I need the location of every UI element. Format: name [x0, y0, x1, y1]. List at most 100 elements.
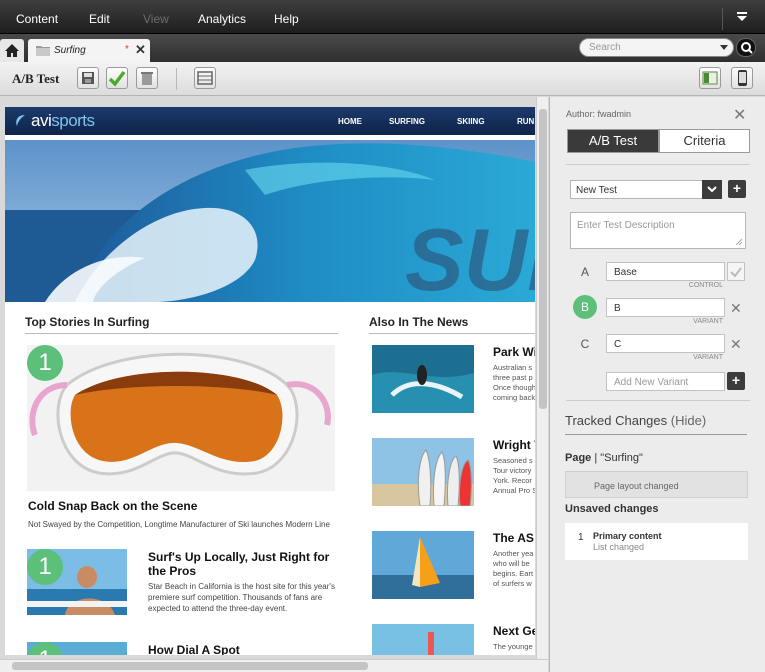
author-label: Author: fwadmin [566, 109, 632, 119]
story-summary: Star Beach in California is the host sit… [148, 582, 335, 613]
add-variant-button[interactable]: + [727, 372, 745, 390]
variant-name: C [614, 339, 622, 350]
news-title[interactable]: The AS [493, 531, 534, 545]
menu-help[interactable]: Help [274, 12, 299, 26]
logo-suffix: sports [51, 111, 95, 130]
mobile-icon [738, 70, 747, 86]
site-header: avisports HOME SURFING SKIING RUN [5, 107, 535, 135]
news-thumb-windsurf[interactable] [372, 531, 474, 599]
variant-name: B [614, 303, 621, 314]
unsaved-changes-heading: Unsaved changes [565, 503, 659, 515]
top-stories-heading: Top Stories In Surfing [25, 315, 150, 329]
news-summary: The younge [493, 642, 533, 651]
variant-letter: C [580, 337, 590, 351]
home-icon [5, 44, 19, 57]
resize-handle-icon[interactable] [734, 237, 742, 245]
layout-button[interactable] [194, 67, 216, 89]
site-nav-skiing[interactable]: SKIING [457, 117, 485, 126]
tab-criteria[interactable]: Criteria [659, 129, 750, 153]
hide-tracked-link[interactable]: (Hide) [671, 413, 706, 428]
site-nav-surfing[interactable]: SURFING [389, 117, 425, 126]
search-button[interactable] [736, 38, 756, 57]
variant-type-label: CONTROL [688, 282, 723, 289]
logo-prefix: avi [31, 111, 52, 130]
tab-surfing[interactable]: Surfing * ✕ [28, 39, 150, 62]
site-nav-run[interactable]: RUN [517, 117, 534, 126]
set-control-button[interactable] [727, 262, 745, 281]
news-thumb[interactable] [372, 624, 474, 655]
menu-edit[interactable]: Edit [89, 12, 110, 26]
page-change-text: Page layout changed [594, 481, 679, 491]
device-preview-button[interactable] [731, 67, 753, 89]
toolbar-divider [176, 68, 177, 90]
tracked-changes-label: Tracked Changes [565, 413, 668, 428]
save-button[interactable] [77, 67, 99, 89]
news-summary: Another yea who will be begins. Eart of … [493, 549, 534, 588]
search-placeholder: Search [589, 42, 621, 53]
delete-button[interactable] [136, 67, 158, 89]
remove-variant-icon[interactable]: ✕ [730, 336, 742, 353]
story-title[interactable]: Cold Snap Back on the Scene [28, 499, 197, 513]
divider [565, 434, 747, 435]
variant-name-input[interactable]: Base [606, 262, 725, 281]
site-nav-home[interactable]: HOME [338, 117, 362, 126]
site-logo[interactable]: avisports [31, 111, 95, 131]
add-test-button[interactable]: + [728, 180, 746, 198]
variant-letter-selected[interactable]: B [573, 295, 597, 319]
test-select[interactable]: New Test [570, 180, 722, 199]
test-description-field[interactable]: Enter Test Description [570, 212, 746, 249]
news-thumb-surfboards[interactable] [372, 438, 474, 506]
scroll-thumb[interactable] [539, 109, 547, 409]
change-title: Primary content [593, 531, 662, 541]
checkin-button[interactable] [106, 67, 128, 89]
story-summary: Not Swayed by the Competition, Longtime … [28, 520, 330, 529]
also-news-heading: Also In The News [369, 315, 469, 329]
scroll-thumb[interactable] [12, 662, 368, 670]
news-summary: Seasoned s Tour victory York. Recor Annu… [493, 456, 535, 495]
save-icon [82, 72, 94, 84]
page-change-item[interactable]: Page layout changed [565, 471, 748, 498]
remove-variant-icon[interactable]: ✕ [730, 300, 742, 317]
tab-ab-test[interactable]: A/B Test [567, 129, 659, 153]
variant-letter: A [580, 265, 589, 279]
unsaved-change-item[interactable]: 1 Primary content List changed [565, 523, 748, 560]
search-input[interactable]: Search [579, 38, 734, 57]
add-variant-placeholder: Add New Variant [614, 377, 689, 388]
home-tab[interactable] [0, 39, 24, 62]
page-label: Page [565, 452, 592, 464]
news-title[interactable]: Next Ge [493, 624, 535, 638]
page-name: | "Surfing" [594, 452, 643, 464]
add-variant-input[interactable]: Add New Variant [606, 372, 725, 391]
search-dropdown-icon[interactable] [720, 45, 728, 50]
trash-icon [141, 72, 153, 85]
menu-content[interactable]: Content [16, 12, 58, 26]
page-info: Page | "Surfing" [565, 452, 643, 464]
dropdown-menu-icon[interactable] [736, 12, 748, 22]
divider [25, 333, 338, 334]
news-thumb-kitesurf[interactable] [372, 345, 474, 413]
unsaved-marker: * [125, 44, 129, 55]
news-title[interactable]: Park Wi [493, 345, 535, 359]
preview-button[interactable] [699, 67, 721, 89]
preview-canvas: avisports HOME SURFING SKIING RUN SU Top… [0, 97, 548, 672]
variant-type-label: VARIANT [693, 354, 723, 361]
variant-name-input[interactable]: C [606, 334, 725, 353]
divider [369, 333, 535, 334]
chevron-down-icon[interactable] [702, 180, 722, 199]
news-title[interactable]: Wright V [493, 438, 535, 452]
change-number: 1 [578, 532, 584, 543]
hero-text: SURF [405, 210, 535, 302]
variant-name: Base [614, 267, 637, 278]
story-title[interactable]: Surf's Up Locally, Just Right for the Pr… [148, 550, 343, 578]
story-title[interactable]: How Dial A Spot [148, 643, 240, 655]
horizontal-scrollbar[interactable] [0, 659, 548, 672]
hero-image: SURF [5, 140, 535, 302]
close-tab-icon[interactable]: ✕ [135, 42, 146, 58]
close-panel-icon[interactable]: ✕ [733, 105, 746, 125]
toolbar: A/B Test [0, 62, 765, 96]
story-image-goggles[interactable] [27, 345, 335, 491]
variant-name-input[interactable]: B [606, 298, 725, 317]
vertical-scrollbar[interactable] [536, 97, 548, 659]
menu-analytics[interactable]: Analytics [198, 12, 246, 26]
check-icon [730, 267, 742, 278]
